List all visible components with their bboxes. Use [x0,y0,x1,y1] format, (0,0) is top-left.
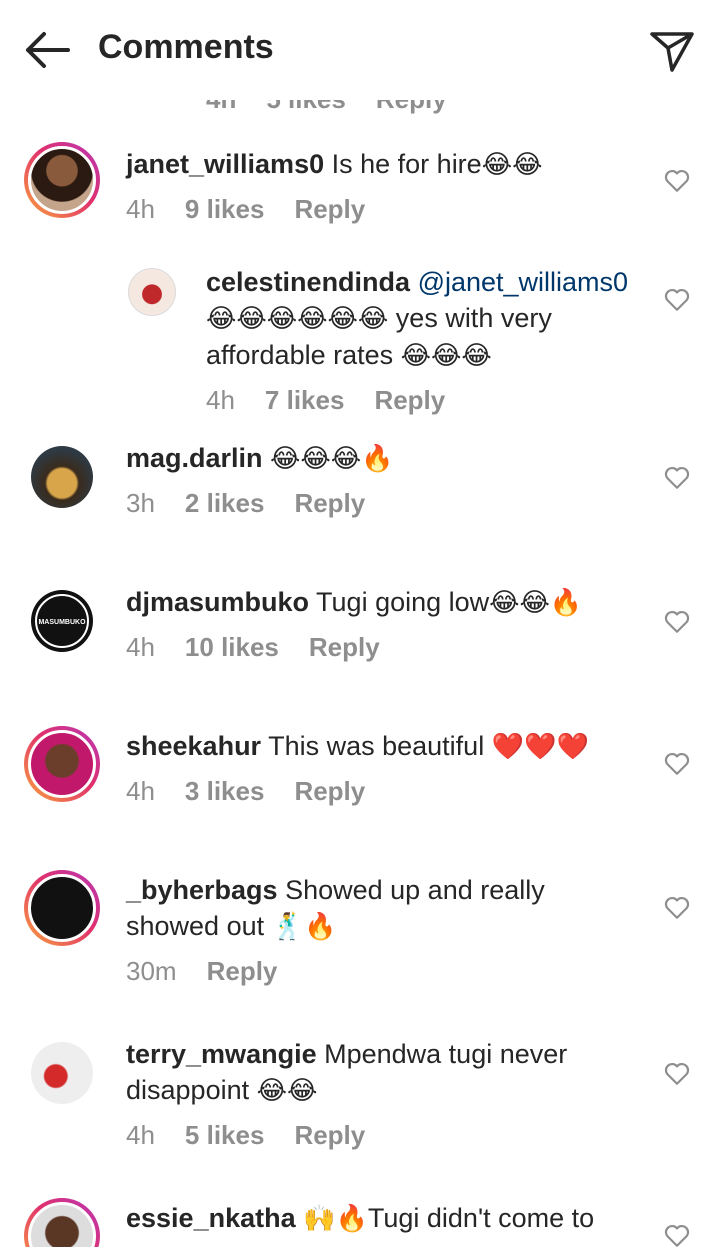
comment-meta: 4h 10 likes Reply [126,629,626,665]
reply-button[interactable]: Reply [309,629,380,665]
comment-likes[interactable]: 7 likes [265,382,345,418]
comment-emoji: 😂😂🔥 [489,588,583,618]
avatar[interactable] [24,142,100,218]
avatar[interactable]: MASUMBUKO [31,590,93,652]
like-heart-icon[interactable] [664,288,690,312]
comment-text: Tugi going low [316,587,490,617]
comment-emoji: 🕺🔥 [271,912,337,942]
comment-emoji: ❤️❤️❤️ [491,732,589,762]
comment-meta: 4h 9 likes Reply [126,191,626,227]
like-heart-icon[interactable] [664,169,690,193]
comment-username[interactable]: djmasumbuko [126,587,309,617]
comment-meta: 30m Reply [126,953,566,989]
reply-button[interactable]: Reply [294,485,365,521]
like-heart-icon[interactable] [664,1062,690,1086]
comment-username[interactable]: mag.darlin [126,443,263,473]
reply-button[interactable]: Reply [294,1117,365,1153]
reply-button[interactable]: Reply [294,191,365,227]
comment-meta: 4h 5 likes Reply [126,1117,586,1153]
reply-button[interactable]: Reply [294,773,365,809]
like-heart-icon[interactable] [664,896,690,920]
like-heart-icon[interactable] [664,466,690,490]
comment-emoji: 🙌🔥 [303,1204,368,1234]
comment-time: 4h [126,632,155,662]
comment-meta: 4h 3 likes Reply [126,773,626,809]
like-heart-icon[interactable] [664,1224,690,1247]
comment-emoji: 😂😂😂😂😂😂 [206,304,389,334]
comment-username[interactable]: janet_williams0 [126,149,324,179]
avatar[interactable] [31,1042,93,1104]
like-heart-icon[interactable] [664,610,690,634]
comment-emoji: 😂😂😂 [400,341,492,371]
avatar[interactable] [128,268,176,316]
comment-likes[interactable]: 9 likes [185,191,265,227]
comment-username[interactable]: terry_mwangie [126,1039,317,1069]
comment-likes[interactable]: 10 likes [185,629,279,665]
comment-time: 30m [126,956,177,986]
comment-username[interactable]: sheekahur [126,731,261,761]
avatar[interactable] [24,1198,100,1247]
avatar[interactable] [24,870,100,946]
comment-likes[interactable]: 3 likes [185,773,265,809]
comment-likes[interactable]: 5 likes [185,1117,265,1153]
comment-time: 4h [206,385,235,415]
comment-username[interactable]: essie_nkatha [126,1203,296,1233]
comment-text: Tugi didn't come to [367,1203,595,1233]
comment-username[interactable]: celestinendinda [206,267,410,297]
direct-message-icon[interactable] [648,26,696,74]
comment-meta: 4h 7 likes Reply [206,382,646,418]
comment-time: 4h [126,776,155,806]
avatar[interactable] [31,446,93,508]
comment-likes[interactable]: 2 likes [185,485,265,521]
comment-text: Is he for hire [331,149,482,179]
comment-emoji: 😂😂 [481,150,543,180]
comment-time: 4h [126,1120,155,1150]
comment-username[interactable]: _byherbags [126,875,278,905]
comment-meta: 3h 2 likes Reply [126,485,626,521]
mention-link[interactable]: @janet_williams0 [418,267,629,297]
comment-time: 4h [126,194,155,224]
reply-button[interactable]: Reply [374,382,445,418]
header: Comments [0,0,720,100]
page-title: Comments [98,28,274,66]
reply-button[interactable]: Reply [207,953,278,989]
back-arrow-icon[interactable] [22,30,72,70]
avatar[interactable] [24,726,100,802]
comment-item: essie_nkatha 🙌🔥Tugi didn't come to [0,1198,720,1247]
avatar-logo-text: MASUMBUKO [35,594,89,648]
like-heart-icon[interactable] [664,752,690,776]
comment-emoji: 😂😂 [256,1076,318,1106]
comment-time: 3h [126,488,155,518]
comment-text: This was beautiful [268,731,485,761]
comment-emoji: 😂😂😂🔥 [270,444,394,474]
